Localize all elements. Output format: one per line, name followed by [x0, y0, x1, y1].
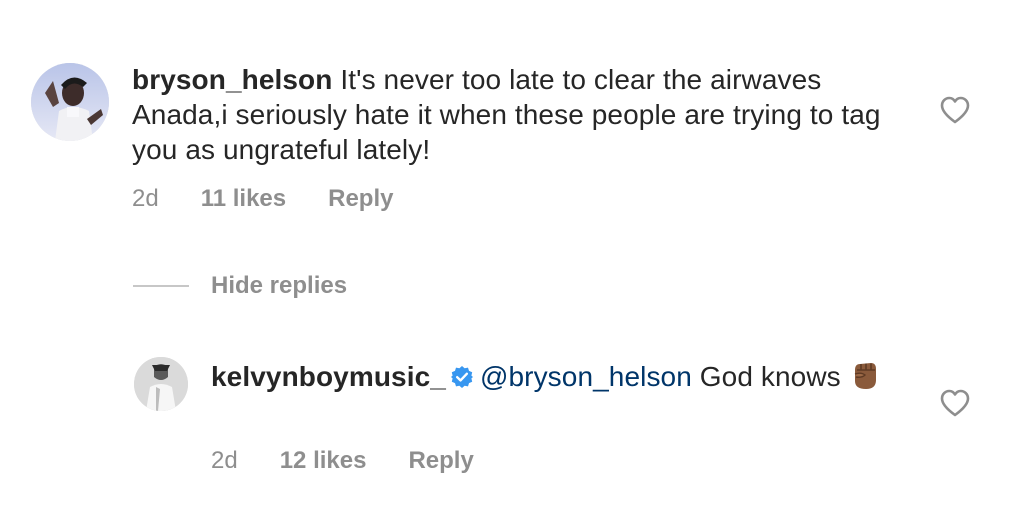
commenter-avatar[interactable] — [31, 63, 109, 141]
reply-body: God knows — [699, 361, 841, 392]
avatar-photo-icon — [134, 357, 188, 411]
hide-replies-divider — [133, 285, 189, 287]
comment-reply-button[interactable]: Reply — [328, 185, 393, 213]
hide-replies-label[interactable]: Hide replies — [211, 272, 347, 300]
comment-timestamp: 2d — [132, 185, 159, 212]
reply-avatar[interactable] — [134, 357, 188, 411]
comment-likes-count[interactable]: 11 likes — [201, 185, 286, 213]
reply-item: kelvynboymusic_ @bryson_helson God knows … — [0, 330, 1024, 528]
comment-meta: 2d 11 likes Reply — [132, 185, 393, 213]
heart-outline-icon — [940, 96, 970, 124]
reply-timestamp: 2d — [211, 447, 238, 474]
reply-mention-link[interactable]: @bryson_helson — [480, 361, 692, 392]
heart-outline-icon — [940, 389, 970, 417]
avatar-photo-icon — [31, 63, 109, 141]
reply-meta: 2d 12 likes Reply — [211, 447, 474, 475]
raised-fist-emoji-icon — [849, 358, 881, 400]
comment-username[interactable]: bryson_helson — [132, 64, 332, 95]
reply-likes-count[interactable]: 12 likes — [280, 447, 367, 475]
comment-text: bryson_helson It's never too late to cle… — [132, 62, 892, 167]
verified-badge-icon — [450, 362, 474, 397]
reply-reply-button[interactable]: Reply — [408, 447, 473, 475]
reply-like-button[interactable] — [939, 388, 971, 423]
reply-username[interactable]: kelvynboymusic_ — [211, 361, 446, 392]
comment-like-button[interactable] — [939, 95, 971, 130]
reply-text: kelvynboymusic_ @bryson_helson God knows — [211, 358, 891, 400]
comment-item: bryson_helson It's never too late to cle… — [0, 0, 1024, 240]
hide-replies-toggle[interactable]: Hide replies — [133, 272, 347, 300]
